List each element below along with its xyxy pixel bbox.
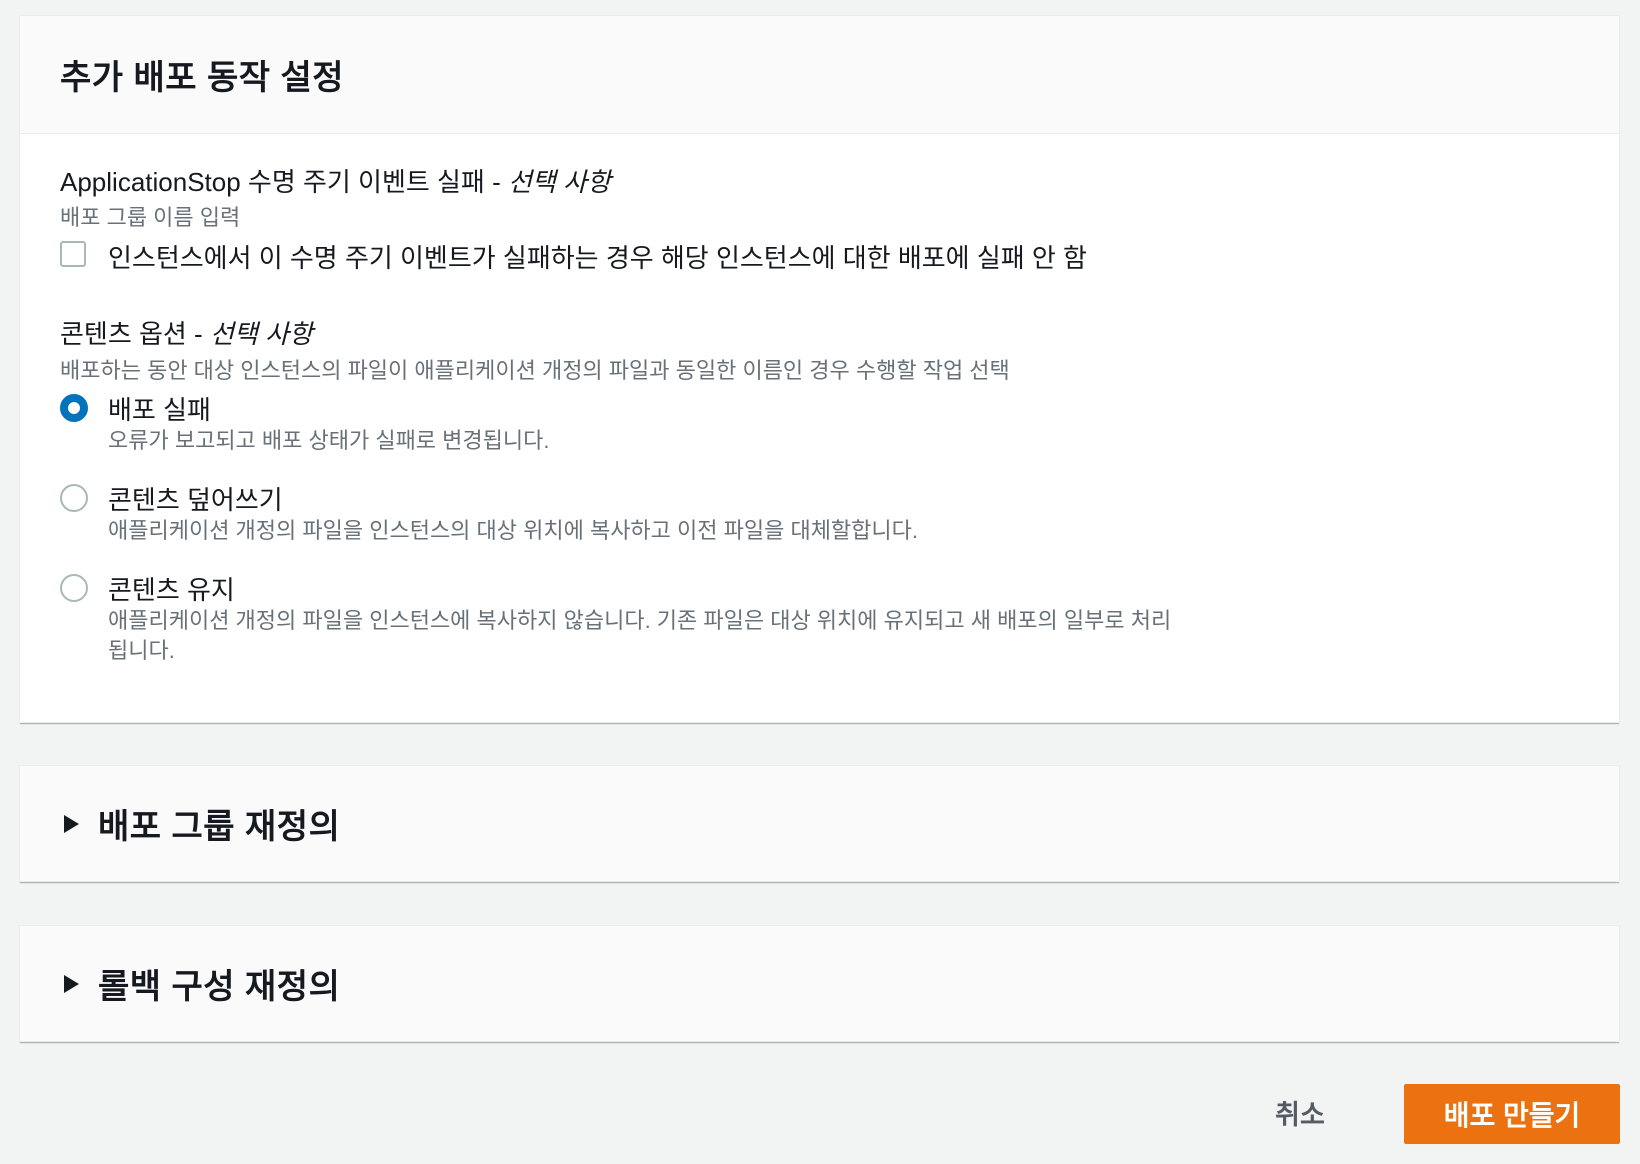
additional-settings-panel: 추가 배포 동작 설정 ApplicationStop 수명 주기 이벤트 실패…: [19, 15, 1620, 723]
caret-right-icon: [64, 814, 79, 833]
content-options-label-text: 콘텐츠 옵션 -: [60, 319, 210, 349]
application-stop-description: 배포 그룹 이름 입력: [60, 205, 241, 230]
create-deployment-button[interactable]: 배포 만들기: [1404, 1084, 1620, 1144]
radio-overwrite-content-label[interactable]: 콘텐츠 덮어쓰기: [108, 480, 283, 517]
radio-overwrite-content-description: 애플리케이션 개정의 파일을 인스턴스의 대상 위치에 복사하고 이전 파일을 …: [108, 518, 919, 543]
deployment-group-override-toggle[interactable]: 배포 그룹 재정의: [20, 766, 1619, 881]
ignore-failure-checkbox[interactable]: [60, 241, 86, 267]
rollback-override-title: 롤백 구성 재정의: [98, 968, 341, 1006]
deployment-group-override-panel: 배포 그룹 재정의: [19, 765, 1620, 882]
radio-retain-content[interactable]: [60, 574, 88, 602]
deployment-group-override-title: 배포 그룹 재정의: [98, 808, 341, 846]
radio-fail-deployment-label[interactable]: 배포 실패: [108, 390, 211, 427]
application-stop-label: ApplicationStop 수명 주기 이벤트 실패 - 선택 사항: [60, 162, 611, 199]
radio-retain-content-description: 애플리케이션 개정의 파일을 인스턴스에 복사하지 않습니다. 기존 파일은 대…: [108, 608, 1172, 663]
application-stop-label-text: ApplicationStop 수명 주기 이벤트 실패 -: [60, 167, 508, 197]
radio-fail-deployment[interactable]: [60, 394, 88, 422]
caret-right-icon: [64, 974, 79, 993]
ignore-failure-checkbox-label[interactable]: 인스턴스에서 이 수명 주기 이벤트가 실패하는 경우 해당 인스턴스에 대한 …: [108, 238, 1087, 275]
page: 추가 배포 동작 설정 ApplicationStop 수명 주기 이벤트 실패…: [0, 0, 1640, 1164]
content-options-label: 콘텐츠 옵션 - 선택 사항: [60, 314, 313, 351]
rollback-override-toggle[interactable]: 롤백 구성 재정의: [20, 926, 1619, 1041]
radio-fail-deployment-description: 오류가 보고되고 배포 상태가 실패로 변경됩니다.: [108, 428, 550, 453]
radio-retain-content-label[interactable]: 콘텐츠 유지: [108, 570, 235, 607]
cancel-button[interactable]: 취소: [1252, 1082, 1348, 1142]
optional-tag: 선택 사항: [209, 319, 313, 349]
optional-tag: 선택 사항: [507, 167, 611, 197]
panel-title: 추가 배포 동작 설정: [60, 59, 345, 97]
radio-overwrite-content[interactable]: [60, 484, 88, 512]
rollback-override-panel: 롤백 구성 재정의: [19, 925, 1620, 1042]
panel-header: 추가 배포 동작 설정: [20, 16, 1619, 134]
content-options-description: 배포하는 동안 대상 인스턴스의 파일이 애플리케이션 개정의 파일과 동일한 …: [60, 358, 1010, 383]
